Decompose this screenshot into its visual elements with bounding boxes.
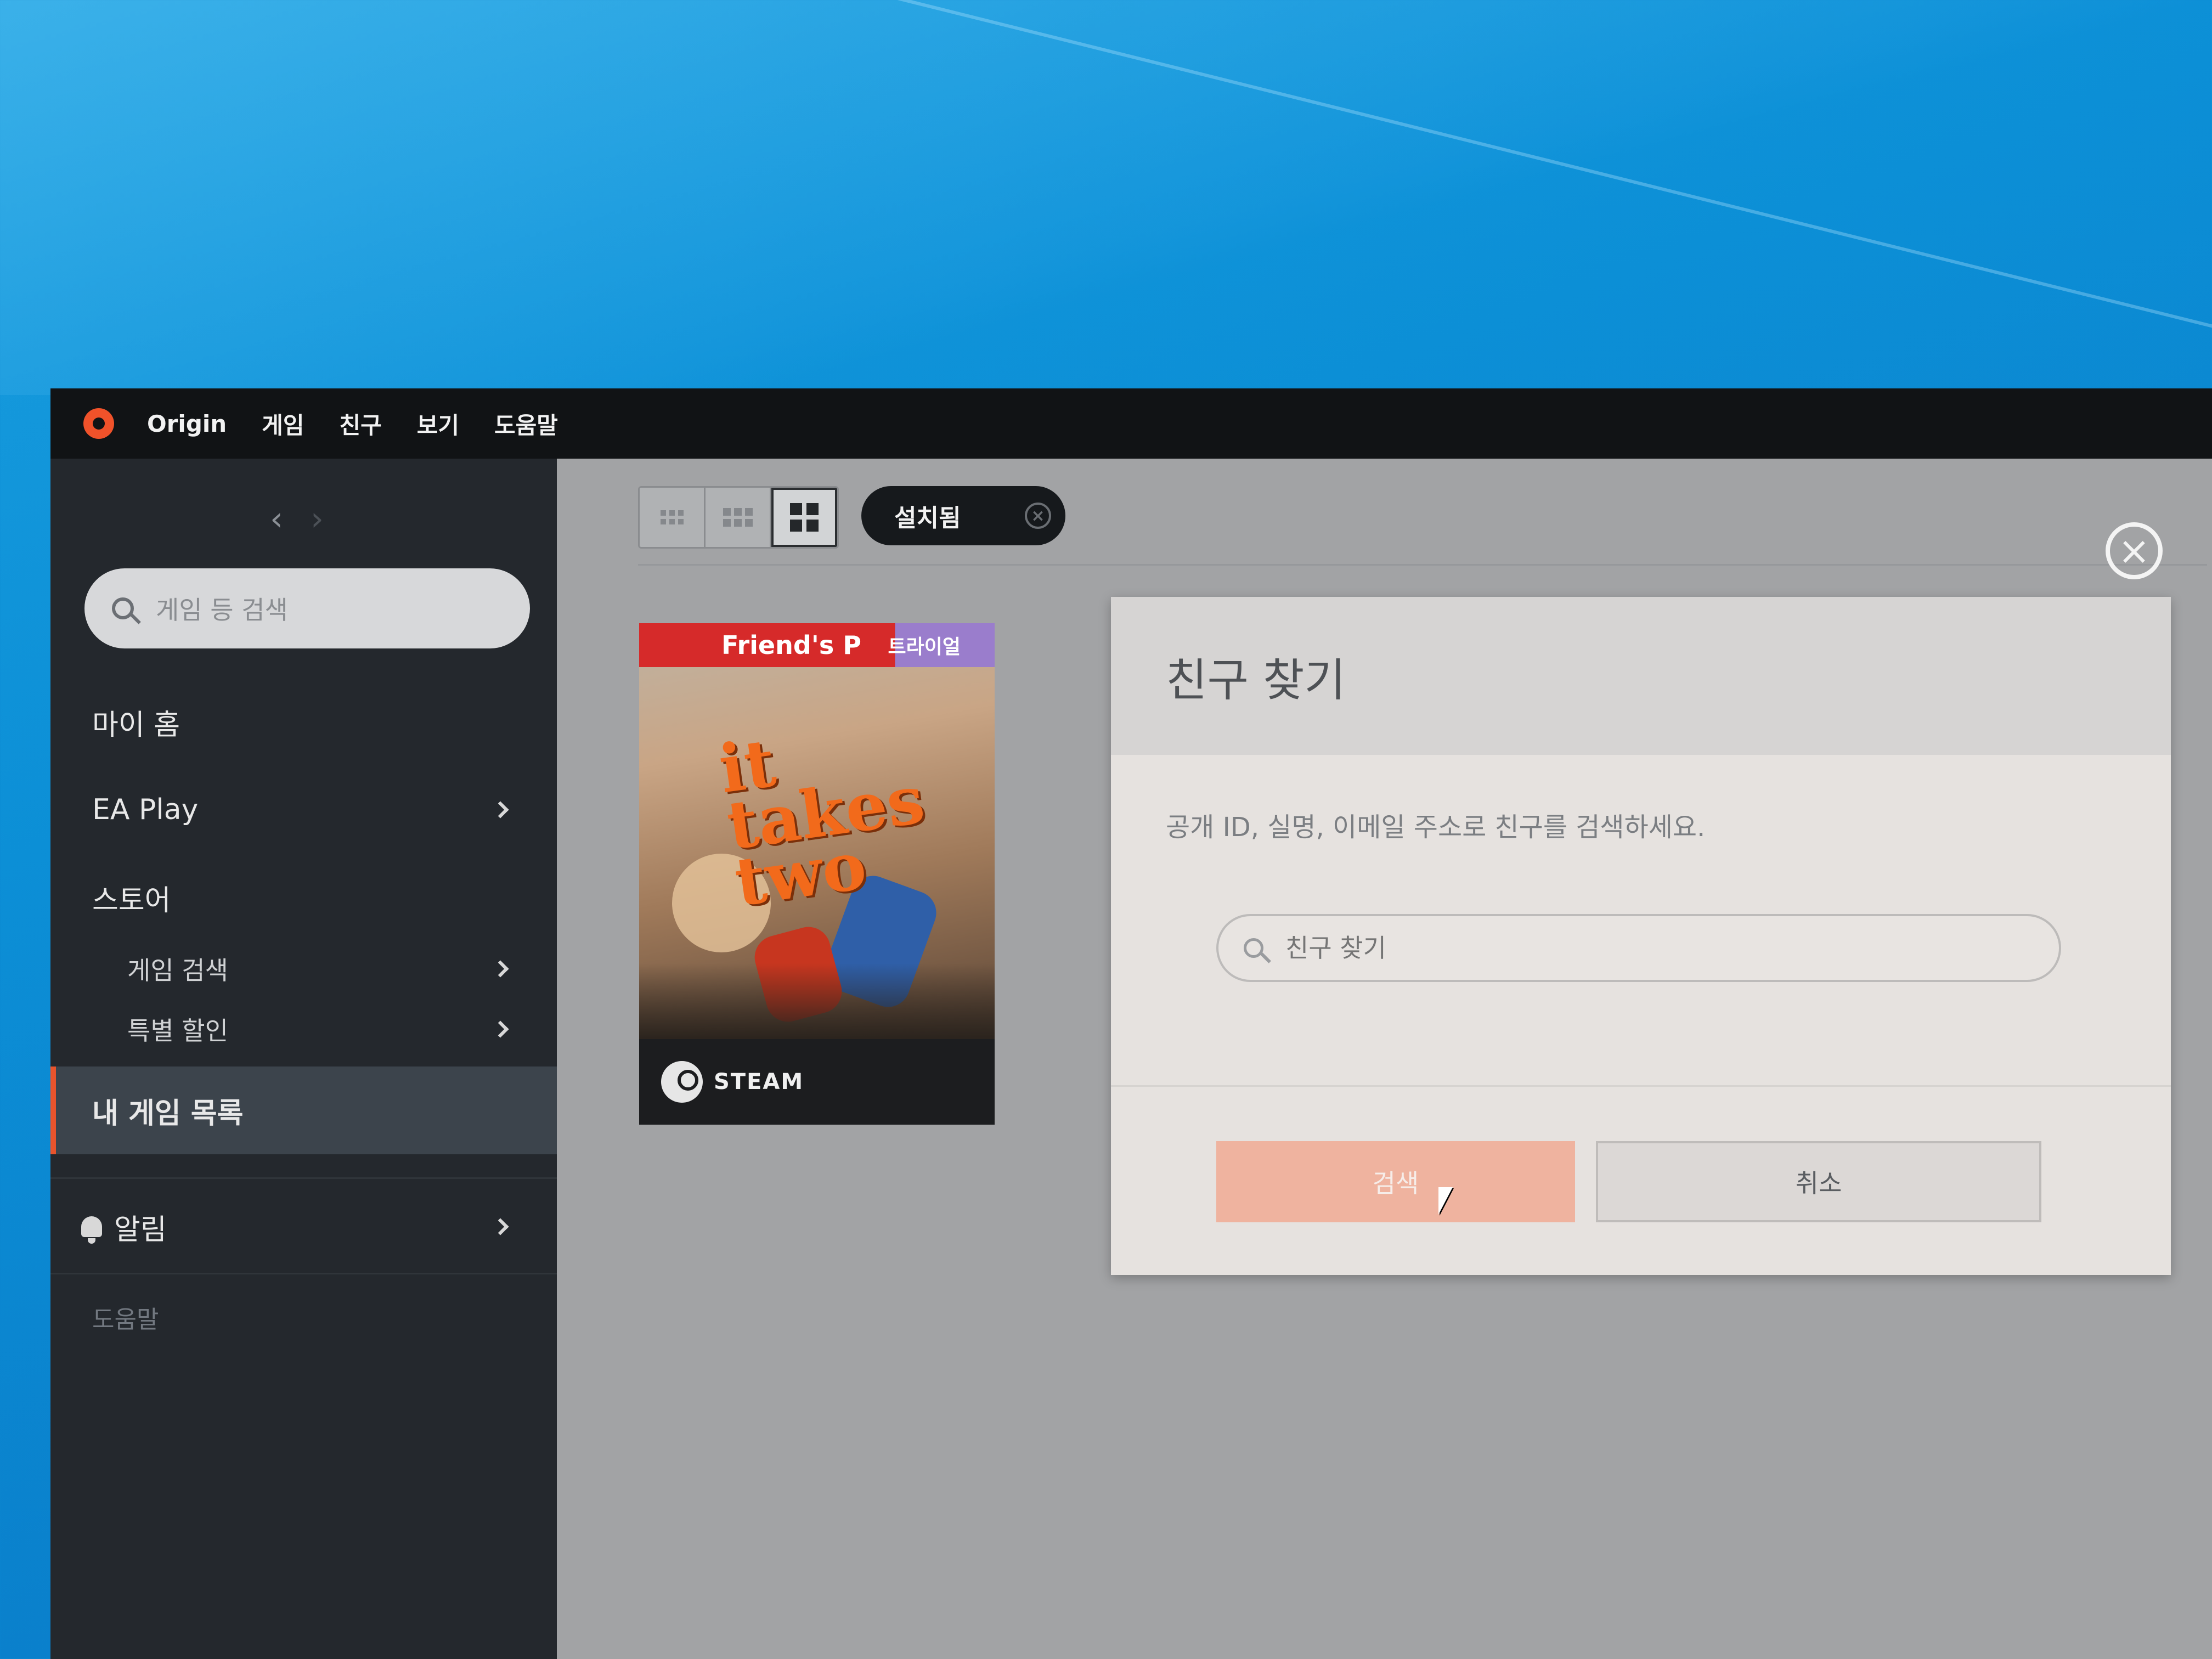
view-size-toggle bbox=[638, 486, 839, 549]
back-arrow-icon[interactable]: ‹ bbox=[270, 503, 283, 535]
sidebar-item-ea-play[interactable]: EA Play bbox=[50, 777, 557, 843]
forward-arrow-icon[interactable]: › bbox=[311, 503, 324, 535]
chevron-right-icon bbox=[492, 1020, 509, 1038]
chevron-right-icon bbox=[492, 801, 509, 819]
modal-description: 공개 ID, 실명, 이메일 주소로 친구를 검색하세요. bbox=[1166, 812, 1706, 843]
game-cover-art: it takes two bbox=[639, 623, 995, 1040]
sidebar-item-label: 알림 bbox=[114, 1213, 167, 1246]
modal-header: 친구 찾기 bbox=[1111, 597, 2171, 755]
friends-pass-label: Friend's P bbox=[721, 630, 861, 660]
installed-filter-pill[interactable]: 설치됨 × bbox=[861, 486, 1065, 545]
find-friends-dialog: 친구 찾기 공개 ID, 실명, 이메일 주소로 친구를 검색하세요. 검색 취… bbox=[1111, 597, 2171, 1275]
game-tile-footer: STEAM bbox=[639, 1039, 995, 1125]
chevron-right-icon bbox=[492, 960, 509, 978]
view-large-button[interactable] bbox=[771, 488, 837, 547]
menu-origin[interactable]: Origin bbox=[147, 410, 227, 437]
mouse-cursor-icon bbox=[1438, 1187, 1453, 1215]
sidebar-item-label: 스토어 bbox=[92, 884, 171, 917]
filter-label: 설치됨 bbox=[894, 504, 961, 532]
friends-pass-banner: Friend's P 트라이얼 bbox=[639, 623, 995, 667]
search-icon bbox=[1244, 938, 1263, 958]
desktop-wallpaper-light bbox=[0, 0, 2212, 395]
nav-arrows: ‹ › bbox=[270, 503, 324, 535]
sidebar-item-label: 마이 홈 bbox=[92, 708, 180, 742]
toolbar-divider bbox=[638, 564, 2207, 566]
sidebar-item-deals[interactable]: 특별 할인 bbox=[50, 1002, 557, 1057]
sidebar-divider bbox=[50, 1273, 557, 1274]
sidebar-item-label: 내 게임 목록 bbox=[92, 1097, 244, 1130]
grid-large-icon bbox=[790, 503, 819, 532]
menu-help[interactable]: 도움말 bbox=[494, 407, 558, 441]
sidebar-search-placeholder: 게임 등 검색 bbox=[156, 595, 288, 625]
menu-friends[interactable]: 친구 bbox=[339, 407, 381, 441]
game-tile-it-takes-two[interactable]: it takes two Friend's P 트라이얼 STEAM bbox=[639, 623, 995, 1125]
cover-shadow bbox=[639, 963, 995, 1040]
sidebar-help-label: 도움말 bbox=[92, 1306, 159, 1334]
sidebar-search-input[interactable]: 게임 등 검색 bbox=[84, 568, 530, 648]
game-cover-title: it takes two bbox=[714, 714, 935, 922]
friend-search-input[interactable] bbox=[1285, 933, 1999, 963]
search-button[interactable]: 검색 bbox=[1216, 1141, 1575, 1222]
sidebar-divider bbox=[50, 1177, 557, 1179]
search-icon bbox=[112, 597, 134, 619]
chevron-right-icon bbox=[492, 1218, 509, 1235]
menu-games[interactable]: 게임 bbox=[262, 407, 304, 441]
platform-label: STEAM bbox=[714, 1069, 804, 1094]
friend-search-field[interactable] bbox=[1216, 914, 2061, 982]
sidebar-item-store[interactable]: 스토어 bbox=[50, 865, 557, 930]
steam-icon bbox=[661, 1061, 703, 1103]
grid-small-icon bbox=[660, 510, 684, 524]
sidebar-item-my-games[interactable]: 내 게임 목록 bbox=[50, 1066, 557, 1154]
sidebar-item-help[interactable]: 도움말 bbox=[50, 1287, 557, 1347]
menu-view[interactable]: 보기 bbox=[417, 407, 459, 441]
cancel-button[interactable]: 취소 bbox=[1596, 1141, 2041, 1222]
sidebar-item-notifications[interactable]: 알림 bbox=[50, 1194, 557, 1260]
sidebar: ‹ › 게임 등 검색 마이 홈 EA Play 스토어 게임 검색 특별 할인… bbox=[50, 459, 557, 1659]
view-medium-button[interactable] bbox=[706, 488, 771, 547]
modal-title: 친구 찾기 bbox=[1166, 654, 1346, 707]
bell-icon bbox=[81, 1216, 102, 1244]
modal-divider bbox=[1111, 1085, 2171, 1087]
sidebar-item-browse-games[interactable]: 게임 검색 bbox=[50, 941, 557, 996]
menubar: Origin 게임 친구 보기 도움말 bbox=[50, 388, 2212, 459]
clear-filter-icon[interactable]: × bbox=[1025, 503, 1051, 529]
grid-medium-icon bbox=[723, 508, 753, 527]
sidebar-item-label: 특별 할인 bbox=[127, 1016, 228, 1046]
sidebar-item-my-home[interactable]: 마이 홈 bbox=[50, 689, 557, 755]
view-small-button[interactable] bbox=[640, 488, 706, 547]
origin-logo-icon[interactable] bbox=[83, 408, 114, 439]
sidebar-item-label: 게임 검색 bbox=[127, 956, 228, 985]
modal-close-icon[interactable]: × bbox=[2106, 522, 2163, 579]
sidebar-item-label: EA Play bbox=[92, 793, 199, 826]
trial-badge: 트라이얼 bbox=[888, 636, 961, 658]
